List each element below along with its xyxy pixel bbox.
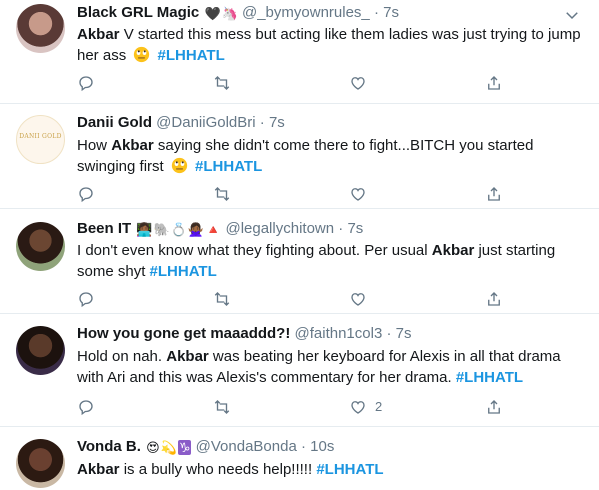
retweet-button[interactable]	[213, 290, 231, 310]
share-icon	[488, 400, 500, 414]
reply-icon	[79, 400, 93, 416]
reply-button[interactable]	[77, 185, 95, 205]
share-button[interactable]	[485, 398, 503, 418]
badge-emoji: 🖤	[204, 6, 221, 21]
like-button[interactable]	[349, 185, 367, 205]
user-handle[interactable]: @legallychitown	[225, 220, 334, 237]
tweet-text: Akbar V started this mess but acting lik…	[77, 24, 582, 66]
tweet-text-fragment: How	[77, 137, 112, 154]
timestamp[interactable]: 7s	[383, 4, 399, 21]
avatar[interactable]	[16, 4, 65, 53]
display-name[interactable]: How you gone get maaaddd?!	[77, 325, 290, 342]
badge-emoji: 🙅🏾‍♀️	[187, 222, 205, 237]
highlighted-keyword[interactable]: Akbar	[77, 461, 120, 478]
reply-icon	[79, 292, 93, 308]
hashtag-link[interactable]: #LHHATL	[153, 47, 225, 64]
like-button[interactable]	[349, 290, 367, 310]
reply-button[interactable]	[77, 398, 95, 418]
avatar-logo-text: DANII GOLD	[19, 133, 62, 140]
like-count: 2	[375, 399, 383, 414]
share-button[interactable]	[485, 290, 503, 310]
display-name[interactable]: Black GRL Magic	[77, 4, 199, 21]
eye-roll-emoji-icon	[171, 157, 188, 174]
share-icon	[488, 76, 500, 90]
retweet-button[interactable]	[213, 74, 231, 94]
display-name[interactable]: Danii Gold	[77, 114, 152, 131]
eye-roll-emoji-icon	[134, 46, 150, 63]
timestamp[interactable]: 7s	[396, 325, 412, 342]
badge-emoji: 👩🏾‍💻	[136, 222, 153, 237]
share-icon	[488, 187, 500, 201]
tweet[interactable]: How you gone get maaaddd?! @faithn1col3 …	[0, 315, 599, 427]
retweet-button[interactable]	[213, 185, 231, 205]
like-icon	[351, 77, 365, 90]
badge-emoji: 💫	[160, 440, 177, 455]
tweet-text: How Akbar saying she didn't come there t…	[77, 135, 582, 177]
share-button[interactable]	[485, 74, 503, 94]
avatar[interactable]	[16, 222, 65, 271]
reply-icon	[79, 187, 93, 203]
user-handle[interactable]: @VondaBonda	[196, 438, 297, 455]
reply-button[interactable]	[77, 74, 95, 94]
highlighted-keyword[interactable]: Akbar	[77, 26, 120, 43]
like-icon	[351, 188, 365, 201]
chevron-down-icon[interactable]	[563, 6, 581, 24]
like-icon	[351, 401, 365, 414]
hashtag-link[interactable]: #LHHATL	[191, 158, 262, 175]
tweet-text: Hold on nah. Akbar was beating her keybo…	[77, 346, 582, 388]
tweet[interactable]: Vonda B. 😍💫 ♑ @VondaBonda · 10s Akbar is …	[0, 428, 599, 490]
like-button[interactable]: 2	[349, 398, 382, 418]
avatar[interactable]: DANII GOLD	[16, 115, 65, 164]
reply-button[interactable]	[77, 290, 95, 310]
tweet-text-fragment: Hold on nah.	[77, 348, 167, 365]
tweet-text-fragment: is a bully who needs help!!!!!	[119, 461, 317, 478]
user-handle[interactable]: @_bymyownrules_	[242, 4, 370, 21]
like-button[interactable]	[349, 74, 367, 94]
retweet-icon	[214, 187, 230, 201]
retweet-icon	[214, 76, 230, 90]
display-name[interactable]: Vonda B.	[77, 438, 141, 455]
retweet-button[interactable]	[213, 398, 231, 418]
display-name[interactable]: Been IT	[77, 220, 131, 237]
retweet-icon	[214, 292, 230, 306]
highlighted-keyword[interactable]: Akbar	[111, 137, 154, 154]
tweet[interactable]: Black GRL Magic 🖤🦄 @_bymyownrules_ · 7s …	[0, 0, 599, 104]
badge-emoji: 🐘	[153, 222, 170, 237]
timestamp[interactable]: 7s	[269, 114, 285, 131]
share-button[interactable]	[485, 185, 503, 205]
reply-icon	[79, 76, 93, 92]
avatar[interactable]	[16, 439, 65, 488]
badge-emoji: 💍	[170, 222, 187, 237]
hashtag-link[interactable]: #LHHATL	[456, 369, 523, 386]
tweet[interactable]: Been IT 👩🏾‍💻🐘💍🙅🏾‍♀️🔺 @legallychitown · 7…	[0, 210, 599, 314]
highlighted-keyword[interactable]: Akbar	[166, 348, 209, 365]
highlighted-keyword[interactable]: Akbar	[432, 242, 475, 259]
tweet-text-fragment: I don't even know what they fighting abo…	[77, 242, 432, 259]
tweet-text: I don't even know what they fighting abo…	[77, 240, 582, 282]
user-handle[interactable]: @DaniiGoldBri	[156, 114, 255, 131]
share-icon	[488, 292, 500, 306]
timestamp[interactable]: 10s	[310, 438, 334, 455]
tweet-text: Akbar is a bully who needs help!!!!! #LH…	[77, 459, 582, 480]
hashtag-link[interactable]: #LHHATL	[150, 263, 217, 280]
badge-emoji: 🔺	[205, 222, 222, 237]
timestamp[interactable]: 7s	[347, 220, 363, 237]
user-handle[interactable]: @faithn1col3	[295, 325, 383, 342]
badge-emoji: 😍	[146, 440, 160, 455]
like-icon	[351, 293, 365, 306]
badge-emoji: ♑	[177, 440, 192, 455]
tweet[interactable]: DANII GOLD Danii Gold @DaniiGoldBri · 7s…	[0, 105, 599, 209]
hashtag-link[interactable]: #LHHATL	[316, 461, 383, 478]
retweet-icon	[214, 400, 230, 414]
avatar[interactable]	[16, 326, 65, 375]
badge-emoji: 🦄	[221, 6, 238, 21]
